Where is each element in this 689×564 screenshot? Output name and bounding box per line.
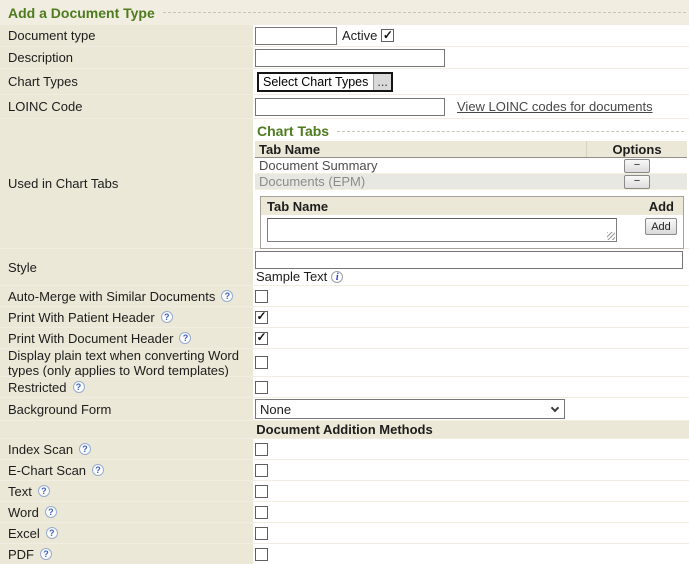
print-patient-header-checkbox[interactable]: ✓ (255, 311, 268, 324)
field-row-restricted: Restricted ? (0, 377, 689, 397)
chart-tabs-title: Chart Tabs (257, 123, 329, 139)
field-row-style: Style Sample Text i (0, 249, 689, 285)
background-form-selected-value: None (260, 402, 291, 417)
auto-merge-checkbox[interactable] (255, 290, 268, 303)
word-label: Word (8, 505, 39, 520)
used-in-chart-tabs-label: Used in Chart Tabs (0, 119, 253, 248)
index-scan-checkbox[interactable] (255, 443, 268, 456)
field-row-description: Description (0, 47, 689, 68)
help-icon[interactable]: ? (45, 506, 57, 518)
document-addition-methods-header: Document Addition Methods (0, 421, 689, 438)
loinc-code-input[interactable] (255, 98, 445, 116)
select-chart-types-button[interactable]: Select Chart Types ... (257, 72, 393, 92)
field-row-display-plain-text: Display plain text when converting Word … (0, 349, 689, 376)
tab-name-column-header: Tab Name (255, 141, 587, 157)
remove-tab-button[interactable]: − (624, 159, 650, 173)
add-tab-button[interactable]: Add (645, 218, 677, 235)
help-icon[interactable]: ? (79, 443, 91, 455)
loinc-code-label: LOINC Code (0, 95, 253, 118)
field-row-excel: Excel ? (0, 523, 689, 543)
field-row-text: Text ? (0, 481, 689, 501)
add-tab-header: Tab Name Add (261, 197, 683, 215)
print-document-header-checkbox[interactable]: ✓ (255, 332, 268, 345)
document-type-label: Document type (0, 25, 253, 46)
help-icon[interactable]: ? (73, 381, 85, 393)
field-row-chart-types: Chart Types Select Chart Types ... (0, 69, 689, 94)
chart-tabs-section-header: Chart Tabs (255, 121, 687, 141)
help-icon[interactable]: ? (221, 290, 233, 302)
resize-grip-icon[interactable] (607, 232, 615, 240)
display-plain-text-label: Display plain text when converting Word … (8, 348, 247, 378)
chart-tab-name: Documents (EPM) (255, 174, 587, 189)
chevron-down-icon (551, 403, 559, 411)
ellipsis-icon: ... (373, 74, 390, 90)
style-input[interactable] (255, 251, 683, 269)
view-loinc-codes-link[interactable]: View LOINC codes for documents (457, 99, 653, 114)
options-column-header: Options (587, 142, 687, 157)
check-icon: ✓ (256, 332, 266, 342)
info-icon[interactable]: i (331, 271, 343, 283)
print-document-header-label: Print With Document Header (8, 331, 173, 346)
excel-checkbox[interactable] (255, 527, 268, 540)
chart-tab-name: Document Summary (255, 158, 587, 173)
field-row-index-scan: Index Scan ? (0, 439, 689, 459)
chart-tab-row: Documents (EPM) − (255, 174, 687, 190)
chart-tabs-table-header: Tab Name Options (255, 141, 687, 158)
active-checkbox[interactable]: ✓ (381, 29, 394, 42)
field-row-document-type: Document type Active ✓ (0, 25, 689, 46)
restricted-label: Restricted (8, 380, 67, 395)
field-row-used-in-chart-tabs: Used in Chart Tabs Chart Tabs Tab Name O… (0, 119, 689, 248)
background-form-select[interactable]: None (255, 399, 565, 419)
check-icon: ✓ (383, 30, 393, 40)
display-plain-text-checkbox[interactable] (255, 356, 268, 369)
chart-types-label: Chart Types (0, 69, 253, 94)
page-header: Add a Document Type (0, 0, 689, 25)
add-tab-name-header: Tab Name (267, 199, 649, 214)
field-row-loinc-code: LOINC Code View LOINC codes for document… (0, 95, 689, 118)
select-chart-types-button-label: Select Chart Types (263, 75, 368, 89)
page-title: Add a Document Type (8, 5, 155, 21)
help-icon[interactable]: ? (38, 485, 50, 497)
auto-merge-label: Auto-Merge with Similar Documents (8, 289, 215, 304)
check-icon: ✓ (256, 311, 266, 321)
style-label: Style (0, 249, 253, 285)
title-rule (163, 12, 686, 13)
field-row-echart-scan: E-Chart Scan ? (0, 460, 689, 480)
sample-text-label: Sample Text (256, 269, 327, 284)
add-tab-box: Tab Name Add Add (260, 196, 684, 249)
echart-scan-checkbox[interactable] (255, 464, 268, 477)
field-row-print-document-header: Print With Document Header ? ✓ (0, 328, 689, 348)
text-checkbox[interactable] (255, 485, 268, 498)
help-icon[interactable]: ? (92, 464, 104, 476)
text-label: Text (8, 484, 32, 499)
pdf-label: PDF (8, 547, 34, 562)
index-scan-label: Index Scan (8, 442, 73, 457)
word-checkbox[interactable] (255, 506, 268, 519)
document-type-input[interactable] (255, 27, 337, 45)
pdf-checkbox[interactable] (255, 548, 268, 561)
print-patient-header-label: Print With Patient Header (8, 310, 155, 325)
section-header-label: Document Addition Methods (256, 422, 432, 437)
help-icon[interactable]: ? (161, 311, 173, 323)
remove-tab-button[interactable]: − (624, 175, 650, 189)
restricted-checkbox[interactable] (255, 381, 268, 394)
background-form-label: Background Form (0, 398, 253, 420)
field-row-auto-merge: Auto-Merge with Similar Documents ? (0, 286, 689, 306)
active-label: Active (342, 28, 377, 43)
chart-tab-row: Document Summary − (255, 158, 687, 174)
field-row-pdf: PDF ? (0, 544, 689, 564)
field-row-word: Word ? (0, 502, 689, 522)
help-icon[interactable]: ? (46, 527, 58, 539)
excel-label: Excel (8, 526, 40, 541)
new-tab-name-input[interactable] (267, 218, 617, 242)
description-label: Description (0, 47, 253, 68)
echart-scan-label: E-Chart Scan (8, 463, 86, 478)
help-icon[interactable]: ? (179, 332, 191, 344)
field-row-background-form: Background Form None (0, 398, 689, 420)
chart-tabs-rule (337, 131, 684, 132)
add-column-header: Add (649, 199, 674, 214)
help-icon[interactable]: ? (40, 548, 52, 560)
field-row-print-patient-header: Print With Patient Header ? ✓ (0, 307, 689, 327)
description-input[interactable] (255, 49, 445, 67)
